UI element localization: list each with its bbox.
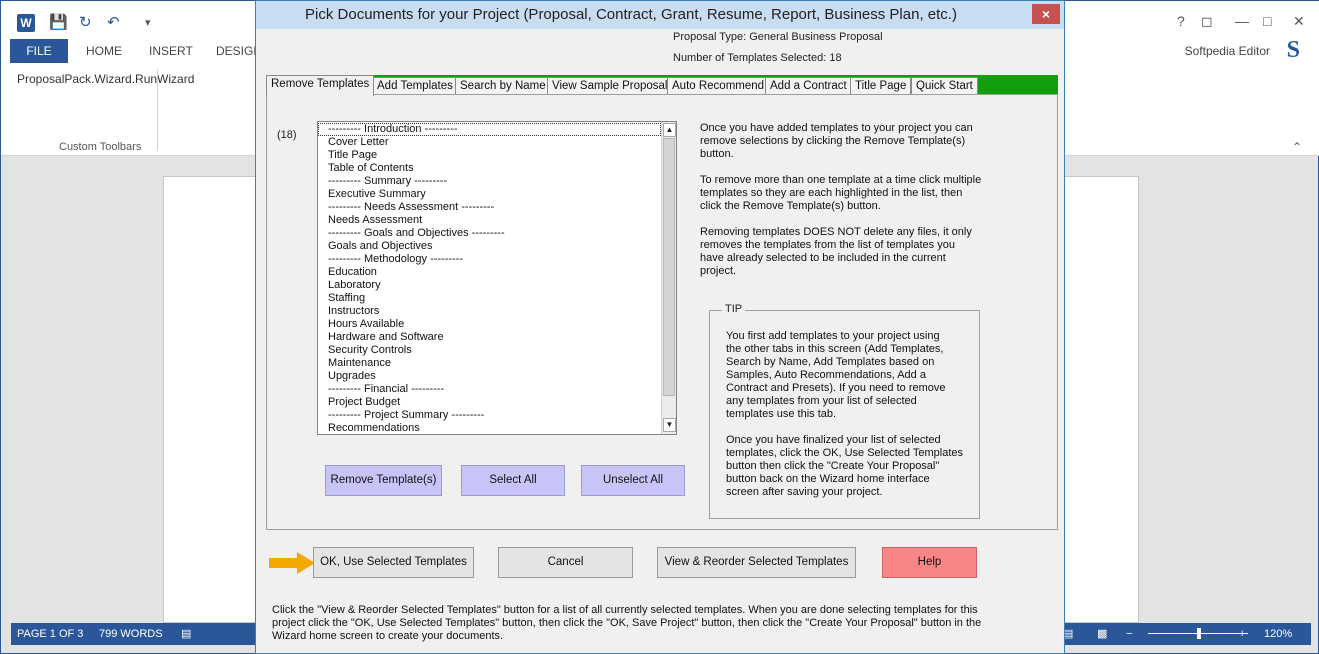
- maximize-icon[interactable]: □: [1263, 13, 1271, 29]
- word-count[interactable]: 799 WORDS: [99, 623, 163, 645]
- tab-add-a-contract[interactable]: Add a Contract: [765, 77, 852, 95]
- word-app-icon: W: [17, 14, 35, 32]
- minimize-icon[interactable]: —: [1235, 13, 1249, 29]
- tab-insert[interactable]: INSERT: [149, 39, 193, 63]
- tip-paragraph: Once you have finalized your list of sel…: [726, 434, 964, 498]
- help-paragraph: To remove more than one template at a ti…: [700, 174, 982, 212]
- dialog-title: Pick Documents for your Project (Proposa…: [305, 6, 957, 23]
- collapse-ribbon-icon[interactable]: ⌃: [1292, 140, 1302, 154]
- tab-add-templates[interactable]: Add Templates: [372, 77, 458, 95]
- templates-selected-count: Number of Templates Selected: 18: [673, 52, 842, 64]
- list-item[interactable]: --------- Summary ---------: [318, 175, 661, 188]
- dialog-close-button[interactable]: ×: [1032, 4, 1060, 24]
- zoom-out-icon[interactable]: −: [1126, 623, 1132, 645]
- list-item[interactable]: Recommendations: [318, 422, 661, 434]
- tip-paragraph: You first add templates to your project …: [726, 330, 946, 420]
- list-item[interactable]: Upgrades: [318, 370, 661, 383]
- list-item[interactable]: Cover Letter: [318, 136, 661, 149]
- arrow-icon: [269, 552, 315, 574]
- list-item[interactable]: Security Controls: [318, 344, 661, 357]
- scroll-up-icon[interactable]: ▲: [663, 123, 676, 137]
- tab-strip: Remove Templates Add Templates Search by…: [266, 75, 1058, 96]
- list-item[interactable]: --------- Introduction ---------: [318, 123, 661, 136]
- save-icon[interactable]: 💾: [49, 13, 68, 31]
- zoom-in-icon[interactable]: +: [1239, 623, 1245, 645]
- tip-box: TIP You first add templates to your proj…: [709, 303, 980, 519]
- list-item[interactable]: Maintenance: [318, 357, 661, 370]
- user-name[interactable]: Softpedia Editor: [1185, 44, 1270, 58]
- help-button[interactable]: Help: [882, 547, 977, 578]
- list-item[interactable]: Goals and Objectives: [318, 240, 661, 253]
- list-item[interactable]: Hardware and Software: [318, 331, 661, 344]
- cancel-button[interactable]: Cancel: [498, 547, 633, 578]
- footer-instructions: Click the "View & Reorder Selected Templ…: [272, 604, 982, 642]
- pick-documents-dialog: Pick Documents for your Project (Proposa…: [255, 0, 1065, 654]
- customize-qat-icon[interactable]: ▾: [145, 16, 151, 29]
- tab-auto-recommend[interactable]: Auto Recommend: [667, 77, 770, 95]
- scroll-down-icon[interactable]: ▼: [663, 418, 676, 432]
- list-item[interactable]: Title Page: [318, 149, 661, 162]
- unselect-all-button[interactable]: Unselect All: [581, 465, 685, 496]
- list-item[interactable]: Needs Assessment: [318, 214, 661, 227]
- list-item[interactable]: Table of Contents: [318, 162, 661, 175]
- list-item[interactable]: --------- Goals and Objectives ---------: [318, 227, 661, 240]
- list-item[interactable]: Laboratory: [318, 279, 661, 292]
- run-wizard-toolbar-item[interactable]: ProposalPack.Wizard.RunWizard: [17, 72, 194, 86]
- undo-icon[interactable]: ↶: [107, 13, 120, 31]
- tab-title-page[interactable]: Title Page: [850, 77, 912, 95]
- view-reorder-selected-templates-button[interactable]: View & Reorder Selected Templates: [657, 547, 856, 578]
- group-divider: [157, 69, 158, 151]
- template-count-label: (18): [277, 129, 297, 141]
- redo-icon[interactable]: ↻: [79, 13, 92, 31]
- list-scrollbar[interactable]: ▲ ▼: [661, 122, 676, 434]
- list-item[interactable]: Hours Available: [318, 318, 661, 331]
- selected-templates-list[interactable]: --------- Introduction --------- Cover Le…: [317, 121, 677, 435]
- tab-home[interactable]: HOME: [86, 39, 122, 63]
- list-item[interactable]: --------- Project Summary ---------: [318, 409, 661, 422]
- list-item[interactable]: Staffing: [318, 292, 661, 305]
- list-item[interactable]: Education: [318, 266, 661, 279]
- proofing-icon[interactable]: ▤: [181, 623, 191, 645]
- help-paragraph: Once you have added templates to your pr…: [700, 122, 973, 160]
- tab-quick-start[interactable]: Quick Start: [911, 77, 978, 95]
- dialog-titlebar: Pick Documents for your Project (Proposa…: [256, 1, 1064, 29]
- tab-remove-templates[interactable]: Remove Templates: [266, 75, 375, 96]
- scroll-thumb[interactable]: [663, 138, 675, 396]
- print-layout-icon[interactable]: ▩: [1097, 623, 1107, 645]
- tab-file[interactable]: FILE: [10, 39, 68, 63]
- close-icon[interactable]: ✕: [1293, 13, 1305, 30]
- list-item[interactable]: Executive Summary: [318, 188, 661, 201]
- proposal-type: Proposal Type: General Business Proposal: [673, 31, 883, 43]
- list-item[interactable]: --------- Needs Assessment ---------: [318, 201, 661, 214]
- page-count[interactable]: PAGE 1 OF 3: [17, 623, 83, 645]
- select-all-button[interactable]: Select All: [461, 465, 565, 496]
- help-paragraph: Removing templates DOES NOT delete any f…: [700, 226, 972, 277]
- group-label: Custom Toolbars: [59, 141, 142, 153]
- list-items: --------- Introduction --------- Cover Le…: [318, 122, 661, 434]
- zoom-slider-thumb[interactable]: [1197, 628, 1201, 639]
- ribbon-display-icon[interactable]: ◻: [1201, 13, 1213, 30]
- ok-use-selected-templates-button[interactable]: OK, Use Selected Templates: [313, 547, 474, 578]
- list-item[interactable]: --------- Financial ---------: [318, 383, 661, 396]
- list-item[interactable]: Instructors: [318, 305, 661, 318]
- softpedia-logo: S: [1286, 37, 1300, 63]
- tip-legend: TIP: [722, 303, 746, 315]
- help-icon[interactable]: ?: [1177, 13, 1185, 29]
- list-item[interactable]: --------- Methodology ---------: [318, 253, 661, 266]
- tab-view-sample-proposals[interactable]: View Sample Proposals: [547, 77, 679, 95]
- tab-search-by-name[interactable]: Search by Name: [455, 77, 551, 95]
- zoom-level[interactable]: 120%: [1264, 623, 1292, 645]
- remove-templates-button[interactable]: Remove Template(s): [325, 465, 442, 496]
- list-item[interactable]: Project Budget: [318, 396, 661, 409]
- remove-templates-panel: (18) --------- Introduction --------- Cov…: [266, 94, 1058, 530]
